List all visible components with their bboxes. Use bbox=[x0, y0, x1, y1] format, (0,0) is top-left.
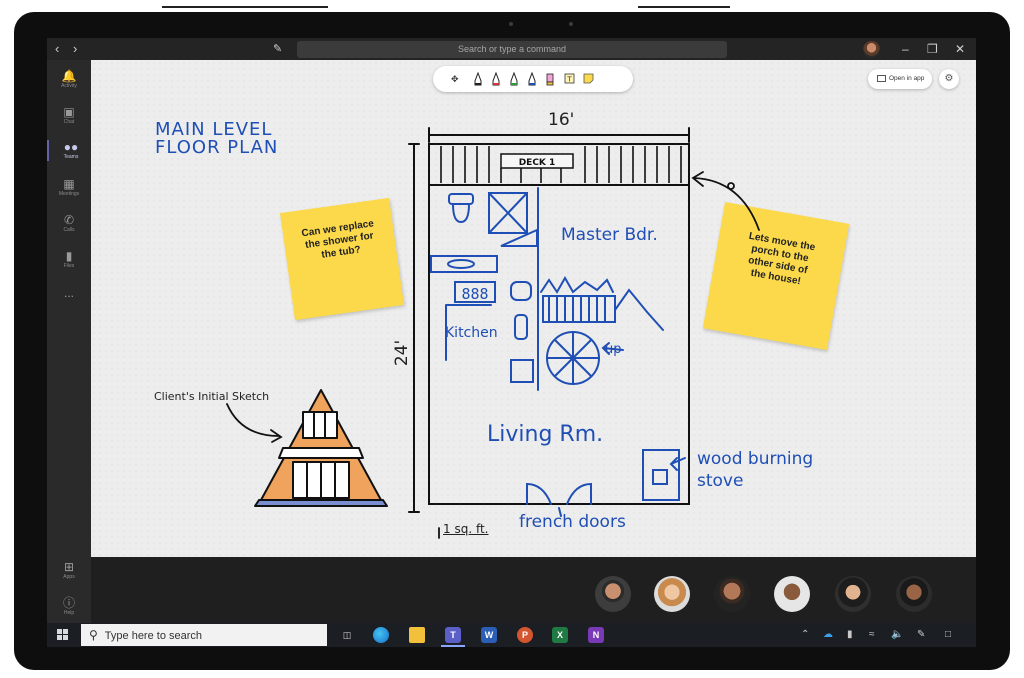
command-search-input[interactable]: Search or type a command bbox=[297, 41, 727, 58]
taskbar-search-input[interactable]: ⚲ Type here to search bbox=[81, 624, 327, 646]
height-dimension-label: 24' bbox=[392, 339, 413, 367]
back-icon[interactable]: ‹ bbox=[55, 40, 59, 58]
french-doors-label: french doors bbox=[519, 512, 626, 532]
onedrive-icon[interactable]: ☁ bbox=[823, 628, 833, 642]
rail-item-files[interactable]: ▮ Files bbox=[47, 249, 91, 270]
sketch-label: Client's Initial Sketch bbox=[154, 390, 270, 403]
participants-strip bbox=[91, 557, 976, 623]
room-label-kitchen: Kitchen bbox=[445, 325, 498, 341]
minimize-icon[interactable]: – bbox=[902, 41, 909, 57]
participant-avatar[interactable] bbox=[595, 576, 631, 612]
sensor-dot bbox=[569, 22, 573, 26]
teams-window: ‹ › ✎ Search or type a command – ❐ ✕ 🔔 A… bbox=[47, 38, 976, 647]
app-rail: 🔔 Activity ▣ Chat ●● Teams ▦ Meetings ✆ … bbox=[47, 60, 91, 647]
participant-avatar[interactable] bbox=[714, 576, 750, 612]
participant-avatar[interactable] bbox=[835, 576, 871, 612]
help-icon: ⓘ bbox=[62, 596, 75, 610]
forward-icon[interactable]: › bbox=[73, 40, 77, 58]
rail-label: Apps bbox=[63, 574, 75, 580]
deck-label: DECK 1 bbox=[519, 158, 556, 168]
excel-icon[interactable]: X bbox=[552, 627, 568, 643]
start-icon[interactable] bbox=[57, 629, 69, 641]
powerpoint-icon[interactable]: P bbox=[517, 627, 533, 643]
width-dimension-label: 16' bbox=[548, 110, 575, 130]
rail-item-meetings[interactable]: ▦ Meetings bbox=[47, 177, 91, 198]
onenote-icon[interactable]: N bbox=[588, 627, 604, 643]
file-explorer-icon[interactable] bbox=[409, 627, 425, 643]
close-icon[interactable]: ✕ bbox=[955, 41, 965, 57]
device-edge-line-right bbox=[638, 6, 730, 8]
word-icon[interactable]: W bbox=[481, 627, 497, 643]
battery-icon[interactable]: ▮ bbox=[847, 628, 853, 642]
compose-icon[interactable]: ✎ bbox=[273, 40, 282, 58]
rail-label: Teams bbox=[63, 154, 79, 160]
task-view-icon[interactable]: ◫ bbox=[339, 627, 355, 643]
rail-item-calls[interactable]: ✆ Calls bbox=[47, 213, 91, 234]
room-label-master: Master Bdr. bbox=[561, 225, 658, 245]
rail-label: Calls bbox=[63, 227, 75, 233]
rail-label: Chat bbox=[63, 119, 75, 125]
rail-label: Meetings bbox=[58, 191, 80, 197]
windows-taskbar: ⚲ Type here to search ◫ T W P X N ⌃ ☁ ▮ ≈… bbox=[47, 623, 976, 647]
stove-label: wood burning stove bbox=[697, 449, 814, 491]
teams-icon: ●● bbox=[63, 140, 79, 154]
room-label-living: Living Rm. bbox=[487, 422, 604, 447]
scale-label: 1 sq. ft. bbox=[443, 522, 489, 536]
participant-avatar[interactable] bbox=[654, 576, 690, 612]
user-avatar[interactable] bbox=[863, 41, 880, 58]
floor-plan-sketch: DECK 1 888 bbox=[226, 127, 760, 539]
apps-icon: ⊞ bbox=[63, 560, 75, 574]
device-edge-line-left bbox=[162, 6, 328, 8]
phone-icon: ✆ bbox=[63, 213, 75, 227]
whiteboard-canvas[interactable]: ✥ T Open in app ⚙ MAIN LEVEL FLOOR PLAN … bbox=[91, 60, 976, 557]
chevron-up-icon[interactable]: ⌃ bbox=[801, 628, 809, 642]
teams-running-indicator bbox=[441, 645, 465, 647]
bell-icon: 🔔 bbox=[61, 69, 77, 83]
rail-item-teams[interactable]: ●● Teams bbox=[47, 140, 93, 161]
more-apps-button[interactable]: ... bbox=[47, 286, 91, 300]
chat-icon: ▣ bbox=[63, 105, 75, 119]
pen-workspace-icon[interactable]: ✎ bbox=[917, 628, 925, 642]
rail-label: Files bbox=[63, 263, 75, 269]
rail-item-help[interactable]: ⓘ Help bbox=[47, 596, 91, 617]
file-icon: ▮ bbox=[65, 249, 73, 263]
search-icon: ⚲ bbox=[89, 628, 98, 642]
wifi-icon[interactable]: ≈ bbox=[869, 628, 875, 642]
camera-dot bbox=[509, 22, 513, 26]
volume-icon[interactable]: 🔈 bbox=[891, 628, 903, 642]
participant-avatar[interactable] bbox=[896, 576, 932, 612]
rail-label: Activity bbox=[61, 83, 77, 89]
taskbar-search-placeholder: Type here to search bbox=[104, 630, 203, 642]
maximize-icon[interactable]: ❐ bbox=[927, 41, 938, 57]
stairs-up-label: up bbox=[605, 342, 622, 357]
edge-icon[interactable] bbox=[373, 627, 389, 643]
more-icon: ... bbox=[63, 286, 74, 300]
cooktop-burners: 888 bbox=[461, 285, 488, 303]
rail-item-activity[interactable]: 🔔 Activity bbox=[47, 69, 91, 90]
participant-avatar[interactable] bbox=[774, 576, 810, 612]
notifications-icon[interactable]: □ bbox=[945, 628, 951, 642]
teams-icon[interactable]: T bbox=[445, 627, 461, 643]
title-bar: ‹ › ✎ Search or type a command – ❐ ✕ bbox=[47, 38, 976, 60]
rail-label: Help bbox=[63, 610, 75, 616]
rail-item-chat[interactable]: ▣ Chat bbox=[47, 105, 91, 126]
calendar-icon: ▦ bbox=[63, 177, 75, 191]
rail-item-apps[interactable]: ⊞ Apps bbox=[47, 560, 91, 581]
